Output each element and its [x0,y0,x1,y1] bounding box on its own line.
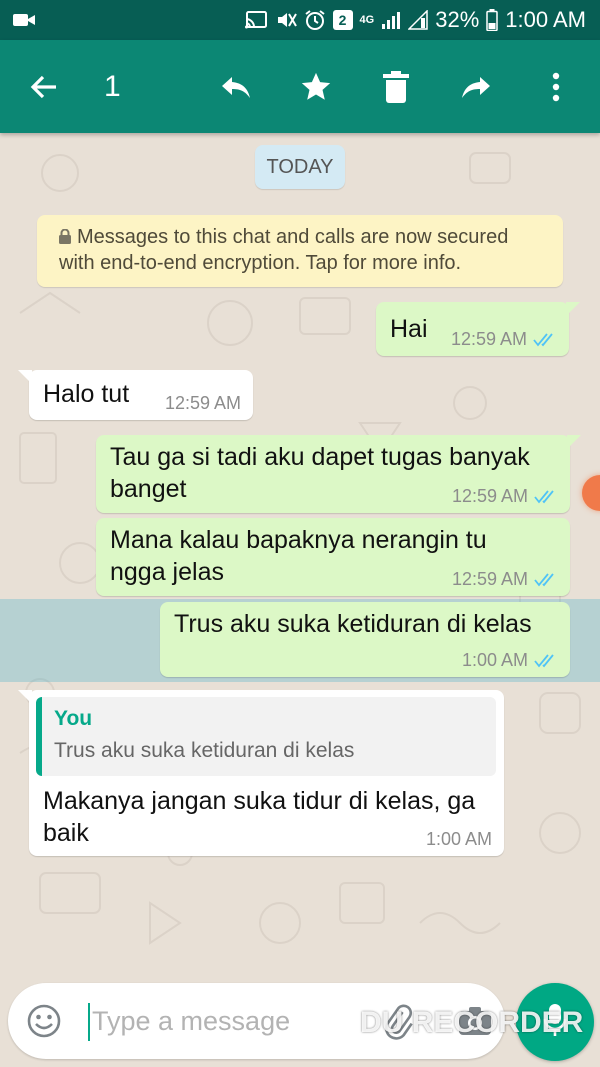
read-ticks-icon [534,489,558,504]
chat-area[interactable]: TODAY Messages to this chat and calls ar… [0,133,600,983]
message-text: Hai [390,315,428,343]
selected-count: 1 [104,69,121,103]
message-text: Makanya jangan suka tidur di kelas, ga b… [43,787,476,847]
signal-icon-secondary [408,10,428,30]
signal-icon [381,10,401,30]
message-time: 12:59 AM [451,569,528,589]
message-time: 1:00 AM [425,829,492,849]
reply-icon[interactable] [206,57,266,117]
encryption-notice[interactable]: Messages to this chat and calls are now … [37,215,563,287]
date-chip: TODAY [255,145,345,189]
message-bubble[interactable]: Halo tut 12:59 AM [18,370,253,420]
emoji-icon[interactable] [26,1003,62,1039]
message-bubble[interactable]: Mana kalau bapaknya nerangin tu ngga jel… [96,518,570,596]
message-bubble-selected[interactable]: Trus aku suka ketiduran di kelas 1:00 AM [160,602,570,677]
quoted-message[interactable]: You Trus aku suka ketiduran di kelas [36,697,496,776]
back-arrow-icon[interactable] [14,57,74,117]
message-text: Halo tut [43,380,130,408]
forward-icon[interactable] [446,57,506,117]
message-time: 12:59 AM [164,393,241,413]
star-icon[interactable] [286,57,346,117]
message-bubble[interactable]: You Trus aku suka ketiduran di kelas Mak… [18,690,504,856]
recorder-logo-icon [318,1005,354,1041]
read-ticks-icon [533,332,557,347]
quote-text: Trus aku suka ketiduran di kelas [54,739,355,762]
recorder-watermark: DU RECORDER [318,1005,583,1041]
quote-author: You [54,707,93,730]
more-vert-icon[interactable] [526,57,586,117]
video-camera-icon [12,11,36,29]
message-time: 12:59 AM [451,486,528,506]
delete-icon[interactable] [366,57,426,117]
message-text: Trus aku suka ketiduran di kelas [174,610,532,638]
message-time: 12:59 AM [450,329,527,349]
network-type: 4G [359,14,375,26]
lock-icon [59,226,71,251]
battery-icon [486,9,499,31]
message-bubble[interactable]: Tau ga si tadi aku dapet tugas banyak ba… [96,435,581,513]
status-bar: 2 4G 32% 1:00 AM [0,0,600,40]
battery-percent: 32% [435,7,480,32]
read-ticks-icon [534,653,558,668]
cast-icon [244,10,268,30]
selection-action-bar: 1 [0,40,600,133]
notification-count-badge: 2 [332,10,353,30]
watermark-text: DU RECORDER [360,1006,584,1039]
encryption-notice-text: Messages to this chat and calls are now … [59,226,509,274]
message-bubble[interactable]: Hai 12:59 AM [376,302,580,356]
clock: 1:00 AM [505,7,586,32]
text-caret [88,1003,90,1041]
mute-icon [275,10,297,30]
message-time: 1:00 AM [461,650,528,670]
read-ticks-icon [534,572,558,587]
alarm-icon [304,9,326,31]
